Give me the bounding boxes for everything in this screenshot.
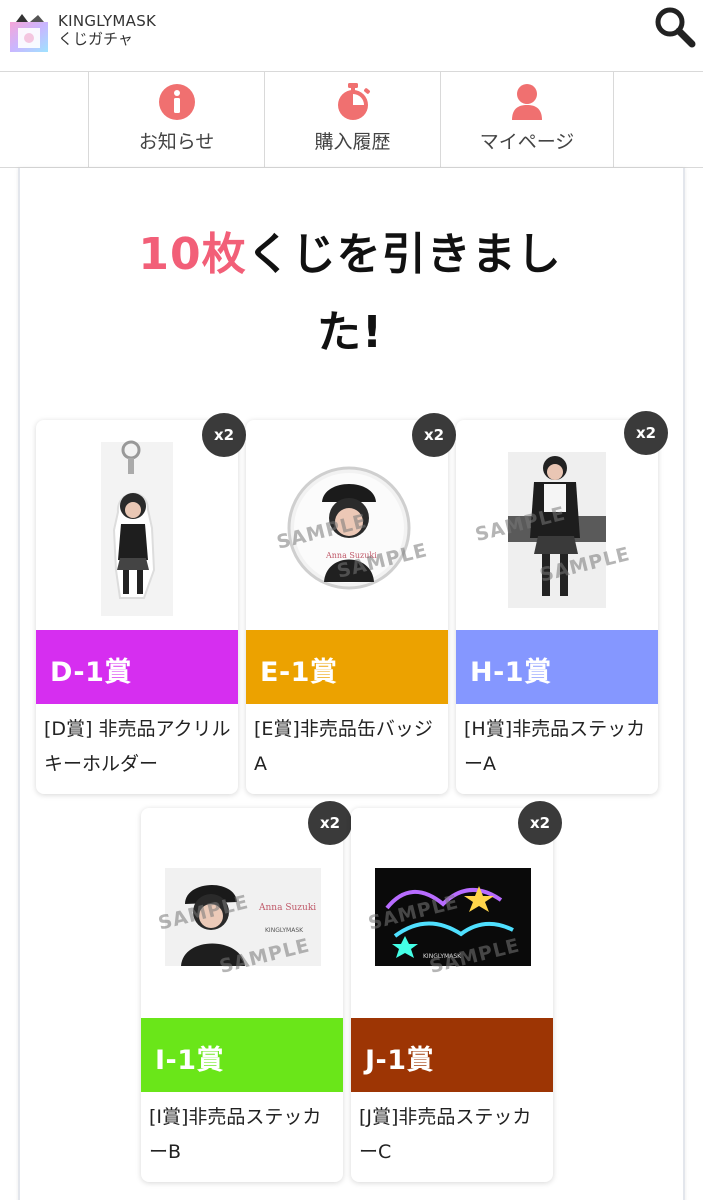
prize-rank-band: E-1賞 xyxy=(246,630,448,704)
prize-image-can-badge: Anna Suzuki SAMPLE SAMPLE xyxy=(246,420,448,630)
quantity-badge: x2 xyxy=(308,801,352,845)
stopwatch-icon xyxy=(334,83,372,121)
brand-block[interactable]: KINGLYMASK くじガチャ xyxy=(58,12,156,48)
prize-card-i[interactable]: Anna Suzuki KINGLYMASK SAMPLE SAMPLE I-1… xyxy=(141,808,343,1182)
nav-label-news: お知らせ xyxy=(138,131,215,153)
brand-name: KINGLYMASK xyxy=(58,12,157,30)
prize-rank: J-1賞 xyxy=(365,1045,435,1076)
user-icon xyxy=(508,83,546,121)
prize-rank-band: I-1賞 xyxy=(141,1018,343,1092)
prize-rank-band: J-1賞 xyxy=(351,1018,553,1092)
prize-card-d[interactable]: D-1賞 [D賞] 非売品アクリルキーホルダー xyxy=(36,420,238,794)
prize-card-e[interactable]: Anna Suzuki SAMPLE SAMPLE E-1賞 [E賞]非売品缶バ… xyxy=(246,420,448,794)
prize-rank-band: D-1賞 xyxy=(36,630,238,704)
prize-image-sticker-a: SAMPLE SAMPLE xyxy=(456,420,658,630)
prize-rank: D-1賞 xyxy=(50,657,132,688)
result-heading: 10枚くじを引きまし た! xyxy=(115,216,585,372)
quantity-badge: x2 xyxy=(518,801,562,845)
prize-name: [D賞] 非売品アクリルキーホルダー xyxy=(44,718,231,775)
prize-image-sticker-c: KINGLYMASK SAMPLE SAMPLE xyxy=(351,808,553,1018)
prize-image-sticker-b: Anna Suzuki KINGLYMASK SAMPLE SAMPLE xyxy=(141,808,343,1018)
brand-subtitle: くじガチャ xyxy=(58,30,133,48)
prize-rank: I-1賞 xyxy=(155,1045,225,1076)
result-heading-line1: くじを引きまし xyxy=(246,229,562,280)
kinglymask-logo-icon[interactable] xyxy=(8,12,50,54)
result-heading-line2: た! xyxy=(316,307,384,358)
quantity-badge: x2 xyxy=(624,411,668,455)
nav-label-purchase-history: 購入履歴 xyxy=(314,131,391,153)
prize-card-h[interactable]: SAMPLE SAMPLE H-1賞 [H賞]非売品ステッカーA xyxy=(456,420,658,794)
prize-name: [I賞]非売品ステッカーB xyxy=(149,1106,322,1163)
main-nav: お知らせ 購入履歴 マイページ xyxy=(0,72,703,168)
prize-name: [E賞]非売品缶バッジA xyxy=(254,718,433,775)
app-header: KINGLYMASK くじガチャ xyxy=(0,0,703,72)
svg-text:Anna Suzuki: Anna Suzuki xyxy=(258,903,316,913)
svg-text:KINGLYMASK: KINGLYMASK xyxy=(265,927,304,934)
quantity-badge: x2 xyxy=(412,413,456,457)
prize-card-j[interactable]: KINGLYMASK SAMPLE SAMPLE J-1賞 [J賞]非売品ステッ… xyxy=(351,808,553,1182)
nav-item-news[interactable]: お知らせ xyxy=(88,72,264,168)
prize-name: [J賞]非売品ステッカーC xyxy=(359,1106,532,1163)
prize-rank: E-1賞 xyxy=(260,657,338,688)
nav-item-mypage[interactable]: マイページ xyxy=(440,72,614,168)
prize-rank-band: H-1賞 xyxy=(456,630,658,704)
prize-name: [H賞]非売品ステッカーA xyxy=(464,718,646,775)
prize-rank: H-1賞 xyxy=(470,657,552,688)
prize-image-acrylic-keyholder xyxy=(36,420,238,630)
info-icon xyxy=(158,83,196,121)
nav-label-mypage: マイページ xyxy=(479,131,575,153)
nav-item-purchase-history[interactable]: 購入履歴 xyxy=(264,72,440,168)
quantity-badge: x2 xyxy=(202,413,246,457)
search-icon[interactable] xyxy=(652,4,698,50)
result-count: 10枚 xyxy=(138,229,247,280)
